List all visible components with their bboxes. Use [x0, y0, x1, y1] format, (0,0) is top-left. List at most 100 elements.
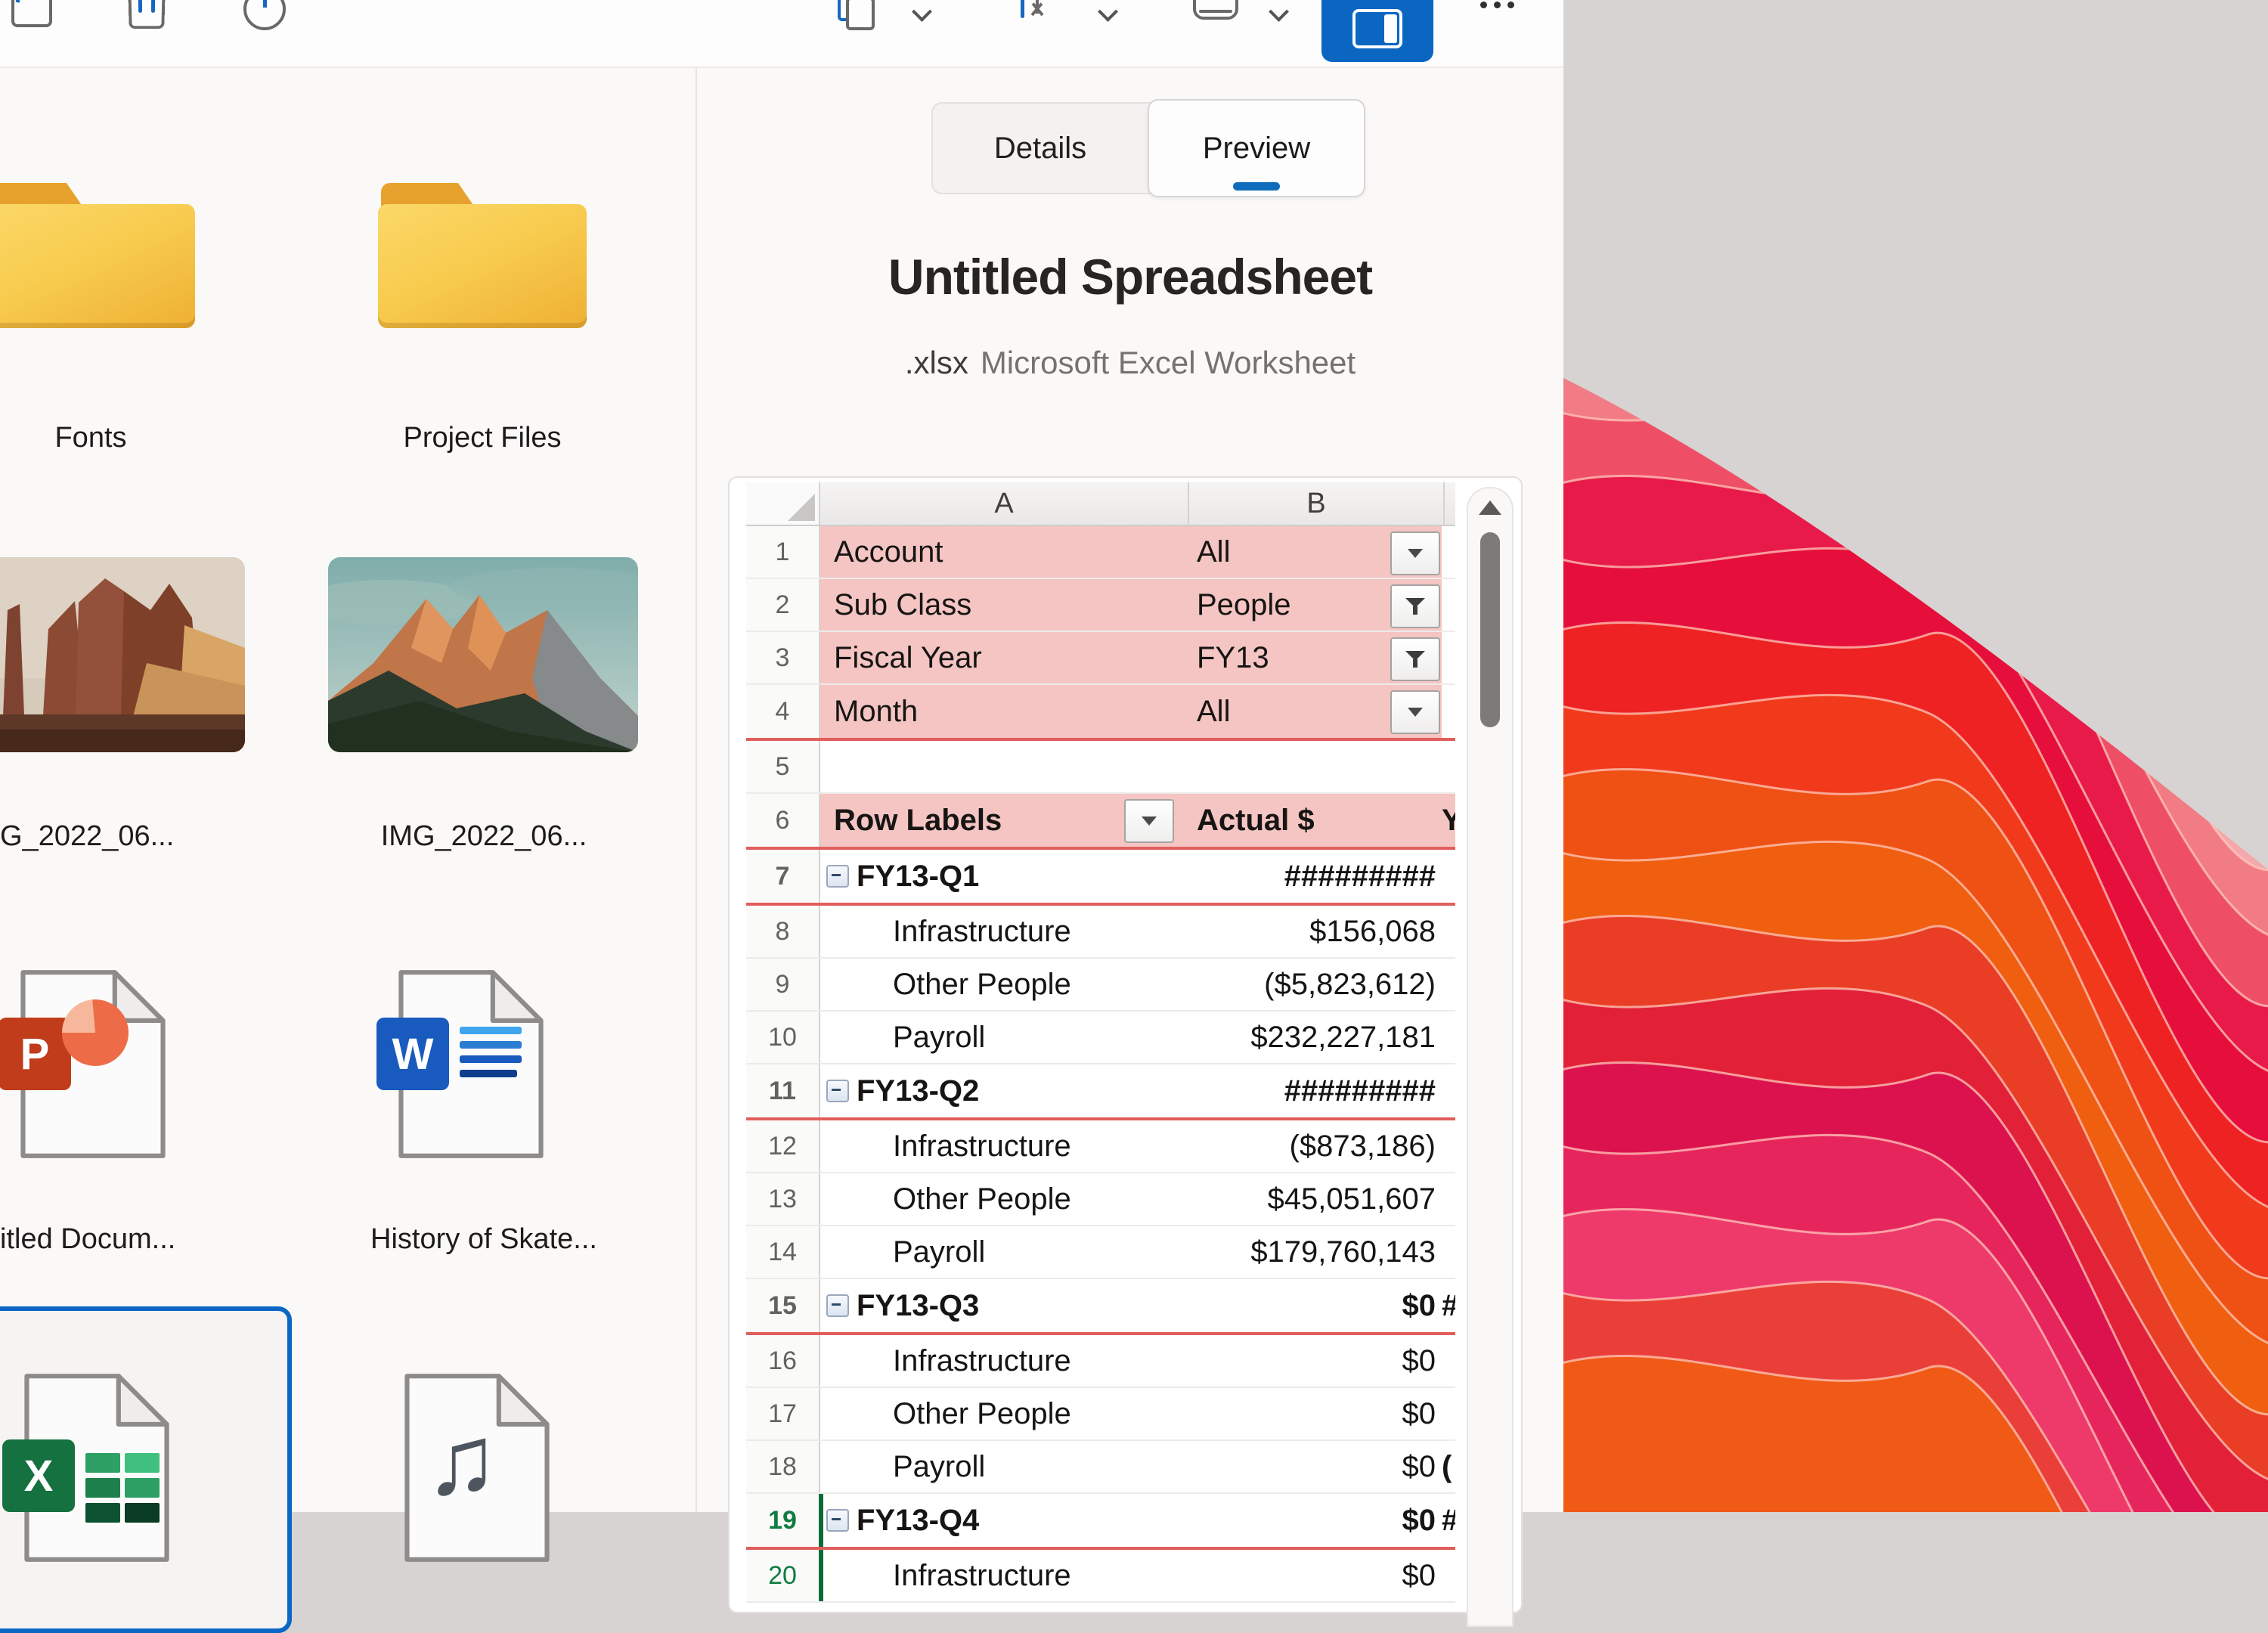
tab-preview[interactable]: Preview [1148, 99, 1365, 197]
chevron-down-icon [1408, 708, 1423, 717]
view-icon[interactable] [1193, 0, 1238, 20]
empty-row: 5 [746, 741, 1455, 794]
pivot-data-row: 20 Infrastructure $0 [746, 1550, 1455, 1603]
preview-pane-toggle[interactable] [1321, 0, 1433, 62]
value-cell: $179,760,143 [1188, 1226, 1442, 1278]
photo-thumbnail [328, 557, 638, 752]
chevron-down-icon [1408, 549, 1423, 558]
filter-field-cell: Fiscal Year [820, 632, 1188, 683]
file-label: History of Skate... [333, 1223, 635, 1256]
pivot-data-row: 14 Payroll $179,760,143 [746, 1226, 1455, 1279]
value-cell: $0 [1188, 1494, 1442, 1547]
row-number: 19 [746, 1494, 820, 1547]
value-cell: $156,068 [1188, 906, 1442, 957]
row-number: 10 [746, 1012, 820, 1063]
filter-dropdown-button [1390, 637, 1440, 681]
filter-dropdown-button [1390, 690, 1440, 734]
row-number: 20 [746, 1550, 820, 1601]
row-number: 1 [746, 526, 820, 578]
value-cell: $0 [1188, 1279, 1442, 1332]
preview-scrollbar[interactable] [1467, 487, 1514, 1627]
collapse-minus-icon [826, 1080, 849, 1102]
value-cell: $0 [1188, 1441, 1442, 1492]
preview-pane-icon [1352, 9, 1402, 48]
collapse-minus-icon [826, 865, 849, 888]
pivot-data-row: 8 Infrastructure $156,068 [746, 906, 1455, 959]
more-options-icon[interactable] [1480, 2, 1514, 8]
row-number: 12 [746, 1120, 820, 1172]
chevron-down-icon[interactable] [1098, 2, 1118, 22]
collapse-minus-icon [826, 1509, 849, 1532]
pivot-data-row: 17 Other People $0 [746, 1388, 1455, 1441]
row-label-cell: Other People [820, 959, 1188, 1010]
info-icon[interactable] [243, 0, 286, 30]
row-number: 4 [746, 685, 820, 738]
spreadsheet-grid: A B 1 Account All [746, 482, 1455, 1603]
row-number: 3 [746, 632, 820, 683]
row-number: 11 [746, 1064, 820, 1117]
sort-icon[interactable] [1021, 0, 1058, 26]
row-label-cell: Infrastructure [820, 1120, 1188, 1172]
row-label-cell: FY13-Q2 [820, 1064, 1188, 1117]
value-cell: ######### [1188, 1064, 1442, 1117]
row-label-cell: FY13-Q4 [820, 1494, 1188, 1547]
pivot-data-row: 7 FY13-Q1 ######### [746, 850, 1455, 906]
value-cell: $0 [1188, 1550, 1442, 1601]
music-note-icon: ♫ [425, 1403, 499, 1517]
row-number: 17 [746, 1388, 820, 1439]
file-extension: .xlsx [905, 345, 968, 380]
file-title: Untitled Spreadsheet [697, 248, 1563, 305]
pivot-header-row: 6 Row Labels Actual $ Y [746, 794, 1455, 850]
row-label-cell: Other People [820, 1173, 1188, 1225]
active-tab-indicator [1233, 182, 1280, 191]
file-grid: Fonts Project Files [0, 68, 696, 1512]
collapse-minus-icon [826, 1294, 849, 1317]
column-header: B [1189, 482, 1445, 525]
pivot-data-row: 15 FY13-Q3 $0 # [746, 1279, 1455, 1335]
value-cell: ($873,186) [1188, 1120, 1442, 1172]
spreadsheet-preview: A B 1 Account All [728, 476, 1523, 1613]
funnel-filter-icon [1405, 598, 1425, 615]
filter-field-cell: Account [820, 526, 1188, 578]
delete-icon[interactable] [129, 0, 165, 29]
filter-dropdown-button [1390, 584, 1440, 628]
value-cell: $45,051,607 [1188, 1173, 1442, 1225]
filter-row: 2 Sub Class People [746, 579, 1455, 632]
row-label-cell: Infrastructure [820, 1335, 1188, 1387]
details-preview-tabs: Details Preview [931, 102, 1364, 194]
scroll-up-arrow-icon[interactable] [1479, 500, 1501, 515]
column-header-row: A B [746, 482, 1455, 526]
file-type-line: .xlsxMicrosoft Excel Worksheet [697, 345, 1563, 381]
pivot-data-row: 11 FY13-Q2 ######### [746, 1064, 1455, 1120]
row-number: 8 [746, 906, 820, 957]
funnel-filter-icon [1405, 651, 1425, 668]
row-label-cell: Infrastructure [820, 1550, 1188, 1601]
copy-icon[interactable] [838, 0, 877, 30]
pivot-data-row: 13 Other People $45,051,607 [746, 1173, 1455, 1226]
row-number: 16 [746, 1335, 820, 1387]
row-label-cell: Other People [820, 1388, 1188, 1439]
row-number: 14 [746, 1226, 820, 1278]
row-number: 2 [746, 579, 820, 631]
pivot-data-row: 10 Payroll $232,227,181 [746, 1012, 1455, 1064]
value-cell: ######### [1188, 850, 1442, 903]
tab-details[interactable]: Details [933, 104, 1148, 193]
folder-icon [378, 183, 587, 328]
scrollbar-thumb[interactable] [1480, 532, 1500, 727]
file-explorer-window: Fonts Project Files [0, 0, 1566, 1512]
excel-file-icon: X [19, 1371, 175, 1564]
row-number: 15 [746, 1279, 820, 1332]
filter-field-cell: Sub Class [820, 579, 1188, 631]
filter-field-cell: Month [820, 685, 1188, 738]
filter-row: 1 Account All [746, 526, 1455, 579]
file-label: G_2022_06... [0, 820, 174, 853]
row-number: 9 [746, 959, 820, 1010]
audio-file-icon: ♫ [399, 1371, 555, 1564]
row-label-cell: Payroll [820, 1226, 1188, 1278]
share-icon[interactable] [11, 0, 52, 27]
row-number: 18 [746, 1441, 820, 1492]
chevron-down-icon[interactable] [912, 2, 932, 22]
pivot-data-row: 19 FY13-Q4 $0 # [746, 1494, 1455, 1550]
pivot-data-row: 9 Other People ($5,823,612) [746, 959, 1455, 1012]
chevron-down-icon[interactable] [1269, 2, 1289, 22]
